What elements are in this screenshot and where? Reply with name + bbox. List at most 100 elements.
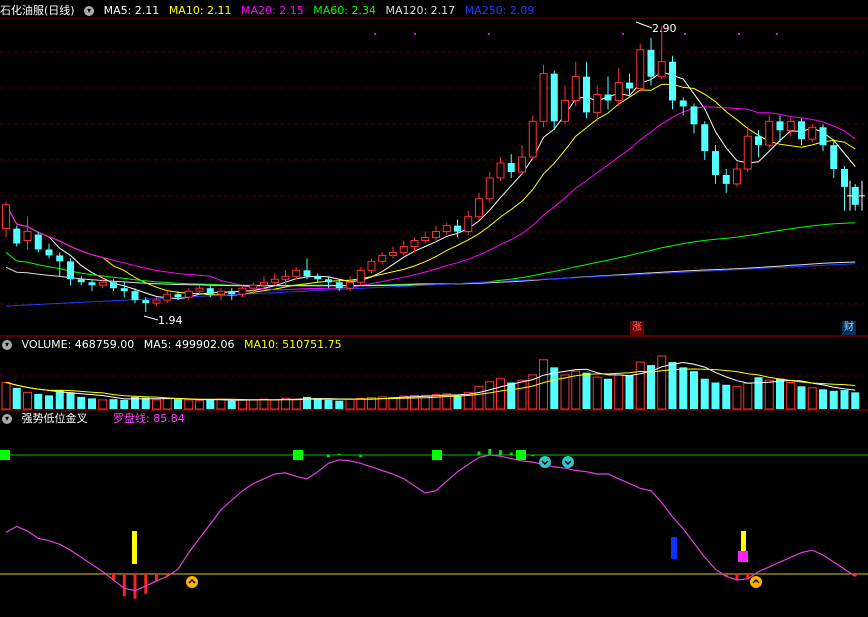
volume-bar (507, 382, 516, 409)
volume-bar (356, 397, 366, 410)
volume-bar (711, 382, 720, 409)
candle-body (399, 245, 408, 253)
volume-bar (206, 399, 215, 409)
magenta-dot (684, 33, 686, 35)
magenta-dot (488, 33, 490, 35)
ma20-line (5, 106, 856, 291)
candle-body (798, 121, 805, 140)
volume-bar (485, 381, 495, 410)
candle-body (184, 290, 193, 298)
volume-bar (259, 398, 269, 410)
volume-bar (754, 377, 763, 409)
volume-bar (77, 396, 86, 409)
candle-body (561, 99, 569, 122)
candle-body (206, 288, 214, 295)
volume-bar (195, 400, 204, 410)
volume-bar (88, 398, 96, 409)
candle-body (550, 73, 558, 122)
magenta-dot (738, 33, 740, 35)
candle-body (45, 249, 53, 256)
candle-body (808, 126, 817, 140)
candle-body (346, 281, 354, 289)
volume-bar (345, 398, 355, 410)
candle-body (454, 225, 461, 232)
volume-bar (690, 371, 698, 409)
candle-body (314, 276, 322, 280)
candle-body (755, 136, 762, 146)
volume-bar (335, 400, 344, 409)
magenta-signal-box (738, 551, 748, 562)
volume-bar (184, 399, 194, 410)
candle-body (249, 284, 258, 289)
candle-body (819, 127, 827, 146)
candle-body (442, 225, 451, 233)
volume-bar (582, 372, 591, 409)
volume-bar (313, 398, 322, 409)
candle-body (325, 279, 332, 283)
magenta-dot (414, 33, 416, 35)
volume-bar (453, 395, 462, 409)
candle-body (410, 240, 419, 247)
candle-body (432, 231, 440, 239)
volume-bars (1, 355, 860, 410)
stock-chart[interactable] (0, 0, 868, 617)
candle-body (507, 163, 515, 172)
candle-body (712, 151, 719, 175)
volume-bar (743, 382, 753, 410)
candle-body (636, 49, 645, 90)
volume-bar (270, 399, 280, 410)
volume-bar (23, 391, 32, 410)
volume-bar (732, 385, 742, 410)
volume-bar (1, 382, 11, 410)
volume-bar (216, 398, 226, 410)
volume-bar (388, 397, 398, 410)
candle-body (88, 282, 96, 286)
candle-body (679, 100, 687, 107)
candle-body (389, 251, 397, 256)
green-square (0, 450, 10, 460)
candle-body (335, 282, 343, 289)
candle-body (626, 82, 633, 89)
volume-bar (614, 374, 624, 410)
compass-line (5, 454, 856, 592)
candle-body (647, 49, 655, 77)
volume-bar (324, 399, 333, 409)
markers (0, 21, 865, 588)
volume-bar (12, 387, 21, 409)
candle-body (690, 106, 698, 125)
magenta-dot (374, 33, 376, 35)
candle-body (657, 61, 666, 78)
candle-body (604, 94, 612, 101)
volume-bar (592, 376, 602, 410)
candle-body (110, 282, 117, 289)
grid-lines (0, 17, 868, 411)
magenta-dot (776, 33, 778, 35)
volume-bar (410, 394, 419, 410)
candle-body (830, 145, 838, 169)
volume-bar (819, 389, 827, 409)
volume-bar (679, 367, 688, 409)
volume-bar (227, 400, 236, 409)
candle-body (614, 82, 623, 101)
volume-bar (291, 398, 301, 410)
volume-bar (776, 378, 784, 409)
volume-bar (45, 395, 53, 409)
candle-body (421, 237, 430, 242)
candle-body (174, 294, 182, 298)
candle-body (217, 290, 225, 295)
candle-body (281, 275, 290, 280)
candle-body (260, 281, 268, 286)
green-square (432, 450, 442, 460)
high-arrow (635, 21, 653, 29)
volume-bar (55, 390, 64, 409)
volume-bar (657, 355, 667, 410)
candle-body (722, 174, 730, 184)
volume-bar (109, 399, 118, 409)
volume-bar (840, 390, 849, 409)
candle-body (195, 287, 204, 292)
volume-bar (174, 399, 182, 409)
candle-body (56, 255, 64, 262)
candle-body (13, 228, 21, 244)
low-price-marker: 1.94 (158, 314, 183, 327)
candle-body (841, 169, 848, 187)
